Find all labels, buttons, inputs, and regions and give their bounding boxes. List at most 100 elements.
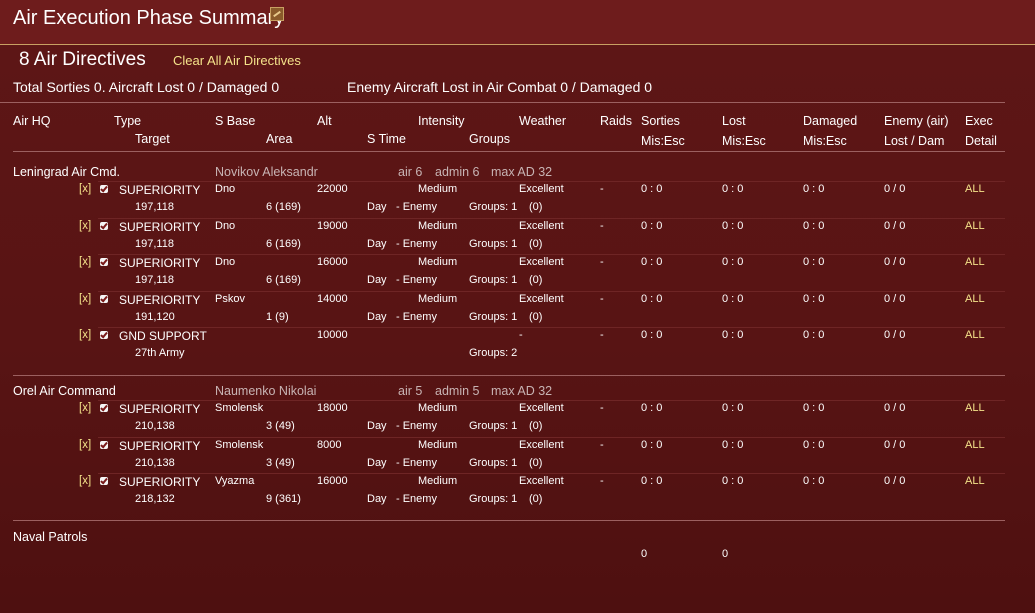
- directive-target: 197,118: [135, 237, 174, 250]
- directive-remove-toggle[interactable]: [x]: [79, 439, 91, 451]
- directive-lost: 0 : 0: [722, 256, 744, 268]
- header-s-base: S Base: [215, 114, 256, 128]
- air-rating: air 6: [398, 165, 423, 179]
- directive-target: 210,138: [135, 420, 175, 432]
- directive-sorties: 0 : 0: [641, 183, 663, 195]
- directive-sorties: 0 : 0: [641, 329, 663, 341]
- directive-enemy-air: 0 / 0: [884, 438, 906, 451]
- directive-type: SUPERIORITY: [119, 438, 201, 453]
- directive-base: Vyazma: [215, 475, 255, 487]
- directive-raids: -: [600, 475, 604, 487]
- directive-intensity: Medium: [418, 402, 458, 414]
- directive-time: Day: [367, 493, 387, 505]
- directive-target: 197,118: [135, 201, 174, 213]
- directive-raids: -: [600, 438, 604, 451]
- directive-raids: -: [600, 219, 604, 232]
- directive-time: Day: [367, 237, 387, 250]
- directive-exec-detail[interactable]: ALL: [965, 402, 985, 414]
- directive-groups: Groups: 1: [469, 420, 518, 432]
- naval-sorties: 0: [641, 548, 648, 560]
- directive-exec-detail[interactable]: ALL: [965, 439, 985, 451]
- directive-check[interactable]: [100, 440, 108, 449]
- directive-sorties: 0 : 0: [641, 292, 663, 305]
- directive-damaged: 0 : 0: [803, 256, 825, 268]
- directive-remove-toggle[interactable]: [x]: [79, 329, 91, 341]
- directive-weather-sub: (0): [529, 493, 543, 505]
- directive-weather-sub: (0): [529, 310, 543, 323]
- directive-check[interactable]: [100, 404, 108, 412]
- directive-remove-toggle[interactable]: [x]: [79, 183, 91, 195]
- directive-type: SUPERIORITY: [119, 292, 201, 307]
- directive-base: Dno: [215, 219, 236, 232]
- directive-check[interactable]: [100, 221, 108, 230]
- directive-exec-detail[interactable]: ALL: [965, 329, 985, 341]
- directive-alt: 8000: [317, 438, 342, 451]
- directive-side: - Enemy: [396, 493, 437, 505]
- directive-side: - Enemy: [396, 420, 437, 432]
- header-sorties: Sorties: [641, 114, 680, 128]
- directive-remove-toggle[interactable]: [x]: [79, 402, 91, 414]
- directive-weather-sub: (0): [529, 420, 543, 432]
- directive-check[interactable]: [100, 258, 108, 266]
- directive-exec-detail[interactable]: ALL: [965, 220, 985, 232]
- directive-sorties: 0 : 0: [641, 438, 663, 451]
- directive-lost: 0 : 0: [722, 402, 744, 414]
- directive-lost: 0 : 0: [722, 219, 744, 232]
- directive-area: 1 (9): [266, 310, 289, 323]
- directive-weather-sub: (0): [529, 237, 543, 250]
- directive-lost: 0 : 0: [722, 329, 744, 341]
- max-ad: max AD 32: [491, 384, 553, 398]
- enemy-totals-summary: Enemy Aircraft Lost in Air Combat 0 / Da…: [347, 79, 653, 95]
- row-divider: [98, 181, 1005, 182]
- directive-raids: -: [600, 256, 604, 268]
- directive-exec-detail[interactable]: ALL: [965, 183, 985, 195]
- directive-intensity: Medium: [418, 292, 458, 305]
- directive-lost: 0 : 0: [722, 438, 744, 451]
- header-alt: Alt: [317, 114, 332, 128]
- directive-check[interactable]: [100, 477, 108, 485]
- directive-area: 3 (49): [266, 456, 295, 469]
- directive-time: Day: [367, 420, 387, 432]
- directive-side: - Enemy: [396, 201, 437, 213]
- directive-check[interactable]: [100, 331, 108, 339]
- pencil-icon[interactable]: [270, 7, 284, 21]
- directive-remove-toggle[interactable]: [x]: [79, 256, 91, 268]
- clear-all-directives-button[interactable]: Clear All Air Directives: [173, 53, 301, 68]
- directive-check[interactable]: [100, 294, 108, 303]
- header-divider: [13, 151, 1005, 152]
- directive-damaged: 0 : 0: [803, 292, 825, 305]
- directive-weather: Excellent: [519, 219, 564, 232]
- directive-exec-detail[interactable]: ALL: [965, 293, 985, 305]
- directive-remove-toggle[interactable]: [x]: [79, 475, 91, 487]
- header-damaged-sub: Mis:Esc: [803, 134, 847, 148]
- directive-alt: 18000: [317, 402, 348, 414]
- directive-remove-toggle[interactable]: [x]: [79, 220, 91, 232]
- directive-side: - Enemy: [396, 310, 437, 323]
- directive-area: 6 (169): [266, 274, 301, 286]
- directive-exec-detail[interactable]: ALL: [965, 475, 985, 487]
- directive-exec-detail[interactable]: ALL: [965, 256, 985, 268]
- directive-alt: 16000: [317, 256, 348, 268]
- directive-target: 218,132: [135, 493, 175, 505]
- directive-sorties: 0 : 0: [641, 475, 663, 487]
- directive-sorties: 0 : 0: [641, 256, 663, 268]
- directive-groups: Groups: 1: [469, 237, 518, 250]
- header-area: Area: [266, 132, 293, 146]
- directive-raids: -: [600, 292, 604, 305]
- directive-time: Day: [367, 310, 387, 323]
- command-name: Orel Air Command: [13, 384, 116, 398]
- directive-groups: Groups: 2: [469, 347, 518, 359]
- header-weather: Weather: [519, 114, 567, 128]
- directive-type: SUPERIORITY: [119, 402, 201, 416]
- directive-check[interactable]: [100, 185, 108, 193]
- header-enemy: Enemy (air): [884, 114, 949, 128]
- directive-sorties: 0 : 0: [641, 219, 663, 232]
- directive-weather: Excellent: [519, 475, 564, 487]
- directive-groups: Groups: 1: [469, 493, 518, 505]
- directive-intensity: Medium: [418, 438, 458, 451]
- directive-remove-toggle[interactable]: [x]: [79, 293, 91, 305]
- header-air-hq: Air HQ: [13, 114, 51, 128]
- directive-target: 210,138: [135, 456, 175, 469]
- directive-raids: -: [600, 329, 604, 341]
- directive-lost: 0 : 0: [722, 475, 744, 487]
